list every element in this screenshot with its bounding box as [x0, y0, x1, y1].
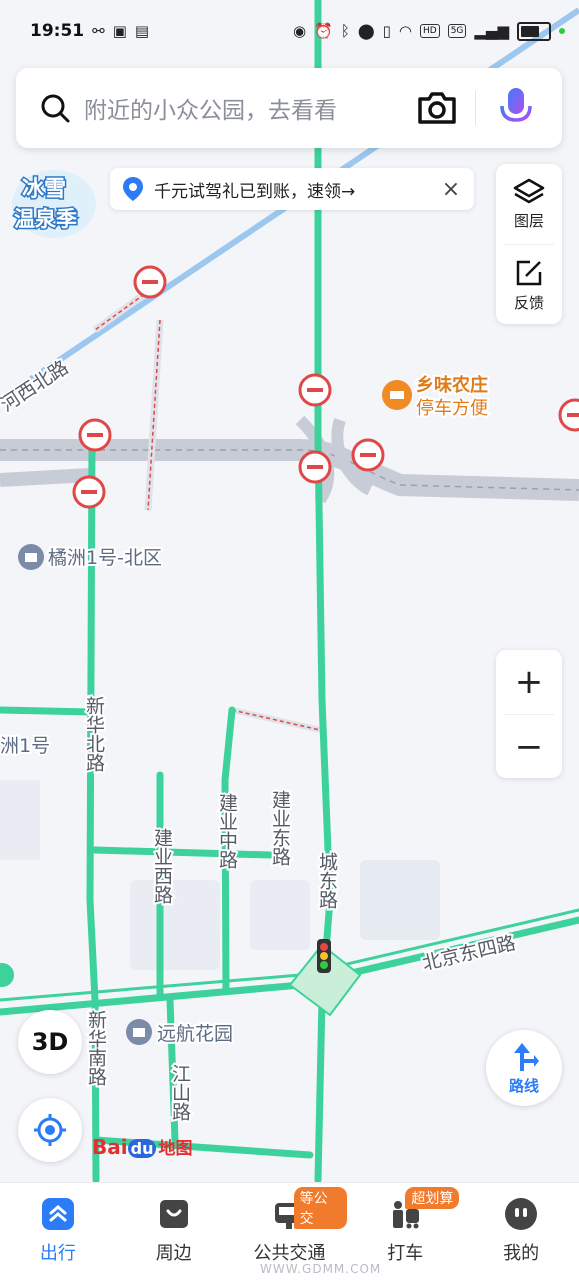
- camera-icon: [418, 92, 456, 124]
- label-xinhua-north: 新华北路: [83, 696, 105, 772]
- 5g-badge: 5G: [447, 24, 467, 38]
- map-tools-panel: 图层 反馈: [496, 164, 562, 324]
- feedback-label: 反馈: [513, 293, 544, 312]
- route-label: 路线: [508, 1076, 539, 1095]
- wifi-icon: ◠: [398, 22, 412, 40]
- layers-icon: [513, 178, 545, 203]
- promo-line2: 温泉季: [14, 207, 77, 231]
- tab-taxi-label: 打车: [387, 1243, 424, 1264]
- snowflake-promo-icon: 冰雪 温泉季: [12, 170, 96, 238]
- tab-travel[interactable]: 出行: [0, 1183, 116, 1281]
- shop-notification-icon: ▤: [134, 22, 150, 40]
- label-yuanhang[interactable]: 远航花园: [155, 1021, 235, 1047]
- poi-icon-yuanhang[interactable]: [126, 1019, 152, 1045]
- location-pin-icon: [123, 177, 143, 201]
- label-xinhua-south: 新华南路: [85, 1010, 107, 1086]
- status-bar: 19:51 ⚯ ▣ ▤ ◉ ⏰ ᛒ ⬤ ▯ ◠ HD 5G ▂▄▆: [0, 0, 579, 62]
- feedback-button[interactable]: 反馈: [496, 245, 562, 325]
- poi-icon-xiangwei[interactable]: [382, 380, 412, 410]
- logo-bai: Bai: [92, 1135, 128, 1159]
- road-left: [0, 706, 96, 716]
- baidu-map-logo: Bai du 地图: [92, 1134, 192, 1159]
- location-icon: ⬤: [357, 22, 375, 40]
- label-juzhou-partial[interactable]: 洲1号: [0, 733, 52, 759]
- voice-button[interactable]: [488, 80, 544, 136]
- locate-button[interactable]: [18, 1098, 82, 1162]
- zoom-in-button[interactable]: +: [496, 650, 562, 714]
- tab-mine[interactable]: 我的: [463, 1183, 579, 1281]
- profile-icon: [505, 1198, 538, 1230]
- search-icon: [41, 94, 70, 123]
- tab-mine-label: 我的: [503, 1243, 540, 1264]
- camera-button[interactable]: [409, 80, 465, 136]
- promo-badge[interactable]: 冰雪 温泉季: [10, 160, 98, 242]
- poi-icon-juzhou[interactable]: [18, 544, 44, 570]
- road-cross-1: [91, 846, 274, 859]
- label-jianye-middle: 建业中路: [216, 793, 238, 869]
- tab-nearby[interactable]: 周边: [116, 1183, 232, 1281]
- search-divider: [475, 91, 476, 125]
- battery-icon: [517, 21, 551, 41]
- label-juzhou-north[interactable]: 橘洲1号-北区: [46, 545, 164, 571]
- status-time: 19:51: [30, 21, 85, 41]
- zoom-out-button[interactable]: −: [496, 715, 562, 779]
- crosshair-icon: [34, 1114, 66, 1146]
- logo-du: du: [127, 1139, 157, 1158]
- tab-nearby-label: 周边: [155, 1243, 192, 1264]
- bluetooth-icon: ᛒ: [340, 22, 350, 40]
- label-jianye-east: 建业东路: [269, 790, 291, 866]
- label-xiangwei-name[interactable]: 乡味农庄: [414, 372, 490, 398]
- search-bar[interactable]: 附近的小众公园，去看看: [16, 68, 562, 148]
- nearby-bag-icon: [159, 1200, 188, 1228]
- search-input[interactable]: 附近的小众公园，去看看: [84, 91, 409, 125]
- layers-label: 图层: [513, 211, 544, 230]
- app-notification-icon: ▣: [112, 22, 127, 40]
- feedback-edit-icon: [516, 260, 542, 285]
- travel-icon: [41, 1198, 74, 1230]
- tab-taxi-badge: 超划算: [405, 1187, 460, 1209]
- notice-banner[interactable]: 千元试驾礼已到账，速领→ ×: [110, 168, 474, 210]
- tab-travel-label: 出行: [39, 1243, 76, 1264]
- link-icon: ⚯: [92, 22, 105, 40]
- close-icon[interactable]: ×: [440, 177, 462, 202]
- highway-ramp: [0, 468, 91, 487]
- label-jianye-west: 建业西路: [151, 828, 173, 904]
- traffic-light-icon: [317, 939, 331, 973]
- label-jiangshan: 江山路: [169, 1064, 191, 1121]
- route-button[interactable]: 路线: [486, 1030, 562, 1106]
- charging-dot: [559, 28, 565, 34]
- layers-button[interactable]: 图层: [496, 164, 562, 244]
- vibrate-icon: ▯: [382, 22, 391, 40]
- tab-transit-badge: 等公交: [293, 1187, 348, 1229]
- 3d-toggle-button[interactable]: 3D: [18, 1010, 82, 1074]
- zoom-panel: + −: [496, 650, 562, 778]
- microphone-icon: [500, 88, 532, 128]
- hd-badge: HD: [419, 24, 440, 38]
- alarm-icon: ⏰: [314, 22, 333, 40]
- label-xiangwei-sub[interactable]: 停车方便: [414, 396, 490, 421]
- watermark: WWW.GDMM.COM: [260, 1262, 382, 1276]
- notice-text[interactable]: 千元试驾礼已到账，速领→: [154, 177, 440, 202]
- logo-map: 地图: [158, 1139, 193, 1159]
- eye-icon: ◉: [293, 22, 307, 40]
- route-arrow-icon: [514, 1042, 539, 1071]
- signal-icon: ▂▄▆: [474, 22, 509, 40]
- label-chengdong: 城东路: [316, 852, 338, 909]
- promo-line1: 冰雪: [22, 177, 66, 202]
